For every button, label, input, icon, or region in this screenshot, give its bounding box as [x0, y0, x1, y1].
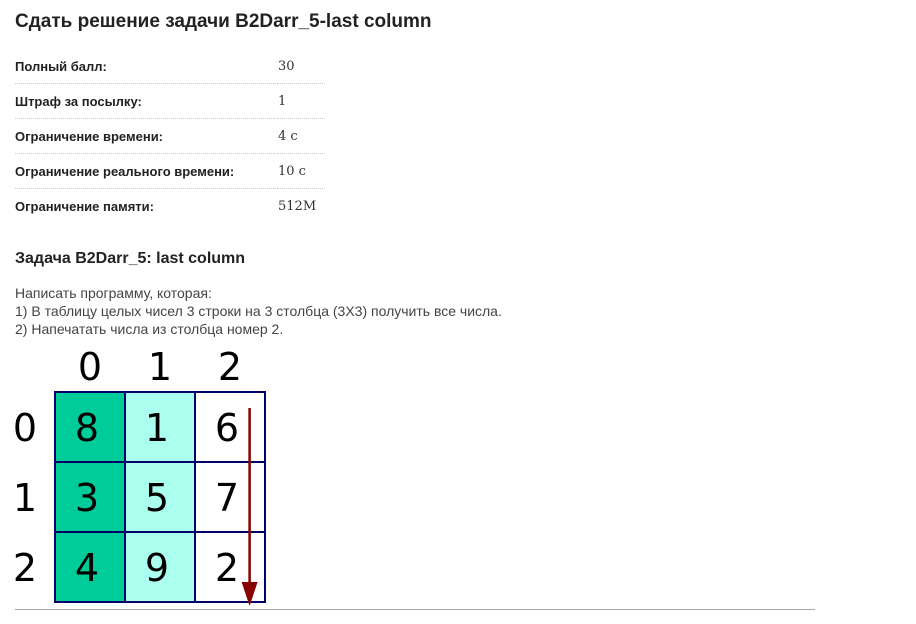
matrix-cell-value: 1: [145, 406, 169, 450]
property-row: Ограничение времени: 4 с: [15, 118, 325, 154]
property-row: Ограничение реального времени: 10 с: [15, 153, 325, 189]
property-label-penalty: Штраф за посылку:: [15, 83, 278, 119]
property-row: Полный балл: 30: [15, 49, 325, 84]
row-index-label: 1: [13, 476, 37, 520]
problem-properties-table: Полный балл: 30 Штраф за посылку: 1 Огра…: [15, 49, 325, 223]
row-index-label: 0: [13, 406, 37, 450]
property-row: Штраф за посылку: 1: [15, 83, 325, 119]
matrix-cell-value: 4: [75, 546, 99, 590]
column-index-label: 2: [218, 345, 242, 389]
problem-heading: Задача B2Darr_5: last column: [15, 250, 246, 267]
matrix-cell-value: 6: [215, 406, 239, 450]
property-label-time-limit: Ограничение времени:: [15, 118, 278, 154]
page-title: Сдать решение задачи B2Darr_5-last colum…: [15, 11, 432, 32]
property-value-time-limit: 4 с: [278, 118, 325, 154]
property-value-memory-limit: 512M: [278, 198, 317, 214]
column-index-label: 0: [78, 345, 102, 389]
matrix-cell-value: 9: [145, 546, 169, 590]
matrix-cell-value: 8: [75, 406, 99, 450]
property-label-real-time-limit: Ограничение реального времени:: [15, 153, 278, 189]
property-value-real-time-limit: 10 с: [278, 153, 325, 189]
statement-line: 1) В таблицу целых чисел 3 строки на 3 с…: [15, 303, 502, 319]
row-index-label: 2: [13, 546, 37, 590]
property-value-full-score: 30: [278, 49, 325, 84]
matrix-figure: 012012816357492: [0, 340, 300, 608]
matrix-cell-value: 5: [145, 476, 169, 520]
matrix-cell-value: 3: [75, 476, 99, 520]
matrix-cell-value: 7: [215, 476, 239, 520]
statement-line: Написать программу, которая:: [15, 285, 212, 301]
column-index-label: 1: [148, 345, 172, 389]
statement-line: 2) Напечатать числа из столбца номер 2.: [15, 321, 284, 337]
property-row: Ограничение памяти: 512M: [15, 189, 325, 224]
matrix-cell-value: 2: [215, 546, 239, 590]
property-label-full-score: Полный балл:: [15, 49, 278, 84]
section-divider: [15, 609, 815, 610]
problem-statement: Написать программу, которая: 1) В таблиц…: [15, 284, 502, 338]
property-value-penalty: 1: [278, 83, 325, 119]
property-label-memory-limit: Ограничение памяти:: [15, 198, 154, 214]
matrix-illustration: 0 1 20128 1 63 5 74 9 2: [13, 345, 266, 606]
